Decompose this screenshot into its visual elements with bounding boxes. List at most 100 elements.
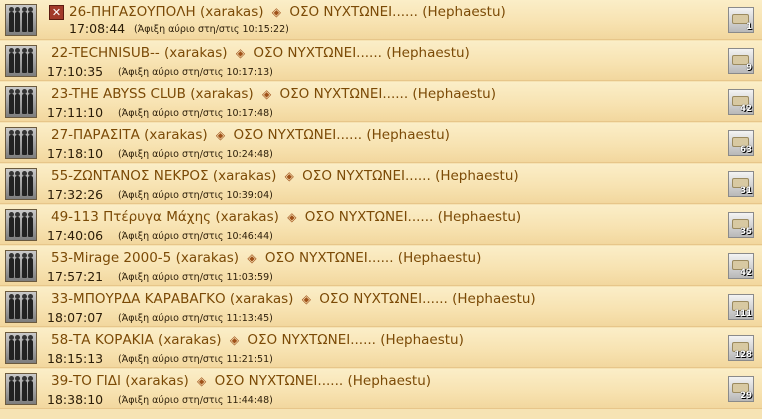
target-city-link[interactable]: ΟΣΟ ΝΥΧΤΩΝΕΙ......: [265, 250, 394, 266]
target-owner[interactable]: (Hephaestu): [435, 168, 519, 184]
arrival-time: (Άφιξη αύριο στη/στις 10:17:13): [118, 67, 273, 78]
origin-city-link[interactable]: 55-ΖΩΝΤΑΝΟΣ ΝΕΚΡΟΣ: [51, 168, 209, 184]
origin-owner[interactable]: (xarakas): [176, 250, 240, 266]
origin-city-link[interactable]: 39-ΤΟ ΓΙΔΙ: [51, 373, 121, 389]
cargo-icon[interactable]: 1: [728, 7, 754, 33]
origin-city-link[interactable]: 27-ΠΑΡΑΣΙΤΑ: [51, 127, 140, 143]
cargo-icon[interactable]: 29: [728, 376, 754, 402]
arrival-time: (Άφιξη αύριο στη/στις 11:13:45): [118, 313, 273, 324]
target-owner[interactable]: (Hephaestu): [347, 373, 431, 389]
departure-time: 18:15:13: [47, 351, 104, 366]
arrival-time: (Άφιξη αύριο στη/στις 10:24:48): [118, 149, 273, 160]
cargo-count: 29: [740, 391, 752, 401]
arrival-time: (Άφιξη αύριο στη/στις 10:46:44): [118, 231, 273, 242]
troops-icon[interactable]: [5, 127, 37, 159]
target-city-link[interactable]: ΟΣΟ ΝΥΧΤΩΝΕΙ......: [215, 373, 344, 389]
movement-row: 26-ΠΗΓΑΣΟΥΠΟΛΗ (xarakas) ◈ ΟΣΟ ΝΥΧΤΩΝΕΙ.…: [0, 0, 762, 40]
movement-route: 27-ΠΑΡΑΣΙΤΑ (xarakas) ◈ ΟΣΟ ΝΥΧΤΩΝΕΙ....…: [51, 127, 450, 143]
movement-route: 33-ΜΠΟΥΡΔΑ ΚΑΡΑΒΑΓΚΟ (xarakas) ◈ ΟΣΟ ΝΥΧ…: [51, 291, 536, 307]
arrival-time: (Άφιξη αύριο στη/στις 10:15:22): [134, 24, 289, 35]
origin-city-link[interactable]: 58-ΤΑ ΚΟΡΑΚΙΑ: [51, 332, 154, 348]
troops-icon[interactable]: [5, 86, 37, 118]
arrival-time: (Άφιξη αύριο στη/στις 10:17:48): [118, 108, 273, 119]
departure-time: 17:11:10: [47, 105, 104, 120]
target-owner[interactable]: (Hephaestu): [380, 332, 464, 348]
origin-city-link[interactable]: 23-THE ABYSS CLUB: [51, 86, 186, 102]
origin-city-link[interactable]: 33-ΜΠΟΥΡΔΑ ΚΑΡΑΒΑΓΚΟ: [51, 291, 226, 307]
origin-city-link[interactable]: 26-ΠΗΓΑΣΟΥΠΟΛΗ: [69, 4, 196, 20]
movement-row: 39-ΤΟ ΓΙΔΙ (xarakas) ◈ ΟΣΟ ΝΥΧΤΩΝΕΙ.....…: [0, 369, 762, 409]
cargo-icon[interactable]: 111: [728, 294, 754, 320]
movement-route: 22-TECHNISUB-- (xarakas) ◈ ΟΣΟ ΝΥΧΤΩΝΕΙ.…: [51, 45, 470, 61]
target-city-link[interactable]: ΟΣΟ ΝΥΧΤΩΝΕΙ......: [305, 209, 434, 225]
arrow-right-icon: ◈: [287, 210, 297, 224]
target-owner[interactable]: (Hephaestu): [438, 209, 522, 225]
origin-owner[interactable]: (xarakas): [200, 4, 264, 20]
troops-icon[interactable]: [5, 45, 37, 77]
target-owner[interactable]: (Hephaestu): [386, 45, 470, 61]
movement-row: 55-ΖΩΝΤΑΝΟΣ ΝΕΚΡΟΣ (xarakas) ◈ ΟΣΟ ΝΥΧΤΩ…: [0, 164, 762, 204]
troops-icon[interactable]: [5, 332, 37, 364]
cargo-count: 31: [740, 186, 752, 196]
cargo-icon[interactable]: 63: [728, 130, 754, 156]
cargo-icon[interactable]: 128: [728, 335, 754, 361]
cancel-icon[interactable]: ✕: [49, 5, 64, 20]
troops-icon[interactable]: [5, 168, 37, 200]
target-owner[interactable]: (Hephaestu): [412, 86, 496, 102]
cargo-count: 42: [740, 268, 752, 278]
cargo-icon[interactable]: 9: [728, 48, 754, 74]
departure-time: 17:08:44: [69, 21, 126, 36]
arrow-right-icon: ◈: [262, 87, 272, 101]
target-city-link[interactable]: ΟΣΟ ΝΥΧΤΩΝΕΙ......: [319, 291, 448, 307]
departure-time: 17:10:35: [47, 64, 104, 79]
target-owner[interactable]: (Hephaestu): [366, 127, 450, 143]
departure-time: 17:57:21: [47, 269, 104, 284]
troops-icon[interactable]: [5, 250, 37, 282]
target-city-link[interactable]: ΟΣΟ ΝΥΧΤΩΝΕΙ......: [253, 45, 382, 61]
target-city-link[interactable]: ΟΣΟ ΝΥΧΤΩΝΕΙ......: [289, 4, 418, 20]
troops-icon[interactable]: [5, 209, 37, 241]
target-city-link[interactable]: ΟΣΟ ΝΥΧΤΩΝΕΙ......: [280, 86, 409, 102]
target-owner[interactable]: (Hephaestu): [398, 250, 482, 266]
movement-row: 49-113 Πτέρυγα Μάχης (xarakas) ◈ ΟΣΟ ΝΥΧ…: [0, 205, 762, 245]
movement-row: 22-TECHNISUB-- (xarakas) ◈ ΟΣΟ ΝΥΧΤΩΝΕΙ.…: [0, 41, 762, 81]
arrow-right-icon: ◈: [301, 292, 311, 306]
origin-owner[interactable]: (xarakas): [158, 332, 222, 348]
cargo-icon[interactable]: 35: [728, 212, 754, 238]
troops-icon[interactable]: [5, 4, 37, 36]
arrow-right-icon: ◈: [284, 169, 294, 183]
origin-owner[interactable]: (xarakas): [215, 209, 279, 225]
cargo-icon[interactable]: 31: [728, 171, 754, 197]
departure-time: 17:18:10: [47, 146, 104, 161]
origin-owner[interactable]: (xarakas): [144, 127, 208, 143]
cargo-icon[interactable]: 42: [728, 89, 754, 115]
arrow-right-icon: ◈: [215, 128, 226, 142]
origin-city-link[interactable]: 22-TECHNISUB--: [51, 45, 160, 61]
arrow-right-icon: ◈: [247, 251, 257, 265]
target-city-link[interactable]: ΟΣΟ ΝΥΧΤΩΝΕΙ......: [302, 168, 431, 184]
cargo-count: 42: [740, 104, 752, 114]
origin-owner[interactable]: (xarakas): [190, 86, 254, 102]
departure-time: 17:32:26: [47, 187, 104, 202]
arrow-right-icon: ◈: [229, 333, 240, 347]
origin-owner[interactable]: (xarakas): [213, 168, 277, 184]
movement-route: 49-113 Πτέρυγα Μάχης (xarakas) ◈ ΟΣΟ ΝΥΧ…: [51, 209, 521, 225]
arrow-right-icon: ◈: [271, 5, 282, 19]
origin-owner[interactable]: (xarakas): [125, 373, 189, 389]
target-city-link[interactable]: ΟΣΟ ΝΥΧΤΩΝΕΙ......: [233, 127, 362, 143]
cargo-count: 128: [734, 350, 752, 360]
origin-city-link[interactable]: 53-Mirage 2000-5: [51, 250, 171, 266]
target-owner[interactable]: (Hephaestu): [422, 4, 506, 20]
departure-time: 18:38:10: [47, 392, 104, 407]
troops-icon[interactable]: [5, 373, 37, 405]
cargo-icon[interactable]: 42: [728, 253, 754, 279]
origin-city-link[interactable]: 49-113 Πτέρυγα Μάχης: [51, 209, 211, 225]
target-city-link[interactable]: ΟΣΟ ΝΥΧΤΩΝΕΙ......: [247, 332, 376, 348]
movement-row: 53-Mirage 2000-5 (xarakas) ◈ ΟΣΟ ΝΥΧΤΩΝΕ…: [0, 246, 762, 286]
origin-owner[interactable]: (xarakas): [230, 291, 294, 307]
target-owner[interactable]: (Hephaestu): [452, 291, 536, 307]
origin-owner[interactable]: (xarakas): [164, 45, 228, 61]
troops-icon[interactable]: [5, 291, 37, 323]
arrival-time: (Άφιξη αύριο στη/στις 11:44:48): [118, 395, 273, 406]
movement-row: 58-ΤΑ ΚΟΡΑΚΙΑ (xarakas) ◈ ΟΣΟ ΝΥΧΤΩΝΕΙ..…: [0, 328, 762, 368]
